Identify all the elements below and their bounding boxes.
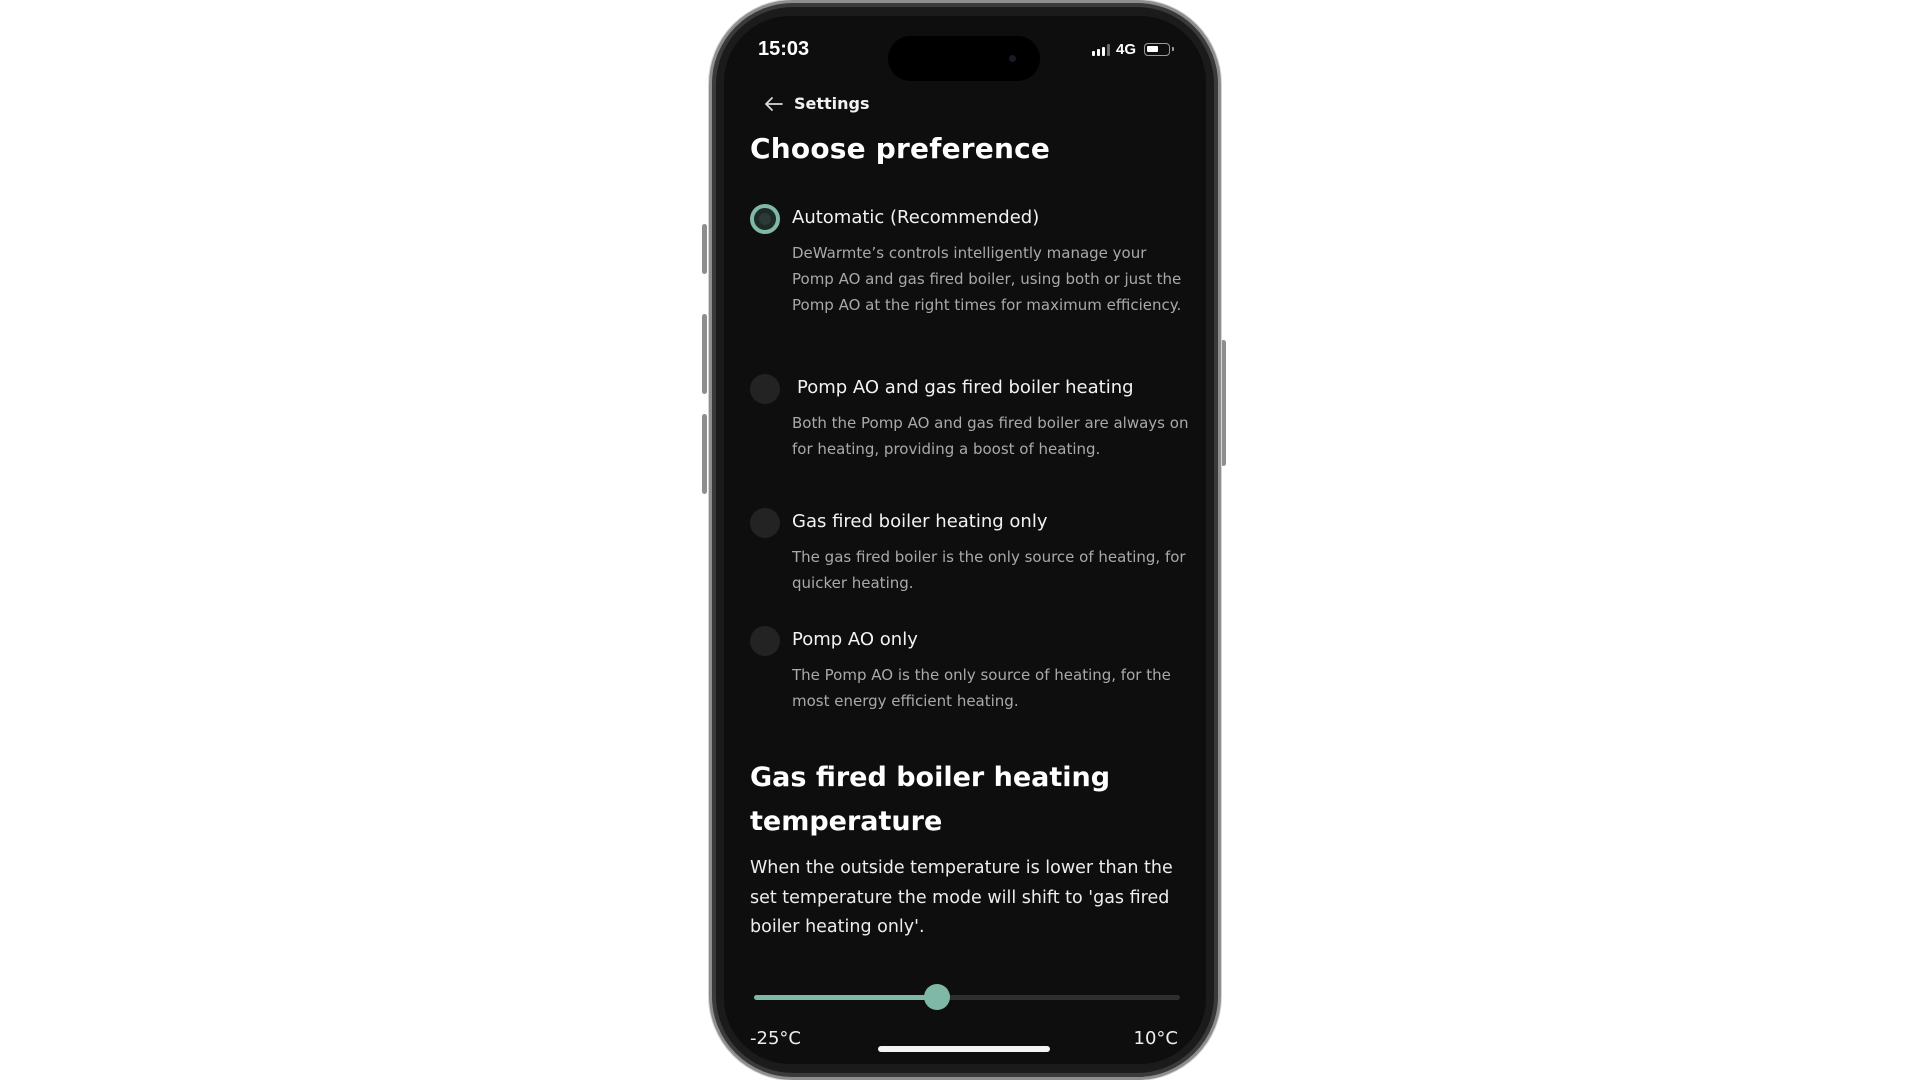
- battery-icon: [1144, 43, 1174, 56]
- option-label[interactable]: Pomp AO only: [792, 629, 918, 650]
- phone-screen: 15:03 4G Settings Choose preference Auto…: [724, 16, 1206, 1064]
- slider-thumb[interactable]: [923, 984, 950, 1010]
- battery-fill: [1147, 46, 1158, 52]
- temperature-slider[interactable]: [754, 982, 1180, 1012]
- volume-up-button: [702, 314, 707, 394]
- stage: 15:03 4G Settings Choose preference Auto…: [0, 0, 1920, 1080]
- radio-automatic[interactable]: [750, 204, 780, 234]
- option-description: Both the Pomp AO and gas fired boiler ar…: [792, 414, 1189, 458]
- section-description: When the outside temperature is lower th…: [750, 858, 1173, 937]
- dynamic-island: [888, 36, 1040, 81]
- network-type: 4G: [1115, 41, 1136, 58]
- back-button[interactable]: Settings: [764, 94, 870, 113]
- slider-fill: [754, 995, 937, 1000]
- radio-pomp-only[interactable]: [750, 626, 780, 656]
- option-description: DeWarmte’s controls intelligently manage…: [792, 244, 1182, 314]
- front-camera: [1009, 55, 1016, 62]
- home-indicator[interactable]: [878, 1046, 1050, 1052]
- arrow-left-icon: [765, 96, 783, 111]
- status-time: 15:03: [758, 38, 810, 60]
- page-title: Choose preference: [750, 132, 1051, 165]
- radio-pomp-and-boiler[interactable]: [750, 374, 780, 404]
- signal-icon: [1091, 43, 1110, 56]
- option-label[interactable]: Gas fired boiler heating only: [792, 511, 1047, 532]
- option-description: The gas fired boiler is the only source …: [792, 548, 1186, 592]
- action-button: [702, 224, 707, 274]
- power-button: [1221, 340, 1226, 466]
- slider-min-label: -25°C: [750, 1028, 801, 1049]
- section-title: Gas fired boiler heating temperature: [750, 762, 1111, 837]
- slider-max-label: 10°C: [1133, 1028, 1178, 1049]
- back-label: Settings: [794, 94, 870, 113]
- radio-boiler-only[interactable]: [750, 508, 780, 538]
- option-label[interactable]: Pomp AO and gas fired boiler heating: [797, 377, 1134, 398]
- option-description: The Pomp AO is the only source of heatin…: [792, 666, 1171, 710]
- option-label[interactable]: Automatic (Recommended): [792, 207, 1039, 228]
- volume-down-button: [702, 414, 707, 494]
- status-indicators: 4G: [1091, 41, 1174, 58]
